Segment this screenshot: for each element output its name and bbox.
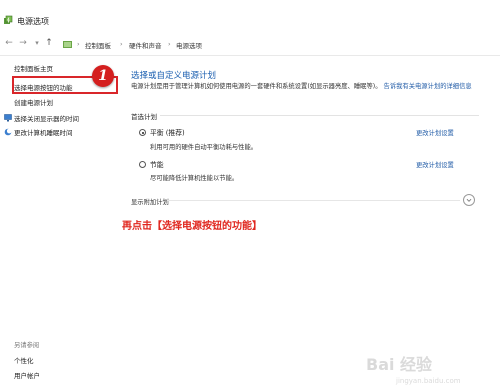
sidebar-item-sleep-time[interactable]: 更改计算机睡眠时间 (14, 127, 73, 137)
power-options-icon (4, 15, 13, 24)
page-title: 选择或自定义电源计划 (131, 71, 217, 81)
instruction-caption: 再点击【选择电源按钮的功能】 (122, 221, 262, 232)
recent-locations-dropdown[interactable]: ▾ (32, 38, 42, 48)
see-also-heading: 另请参阅 (14, 342, 40, 349)
watermark-logo-text: Bai 经验 (366, 355, 433, 374)
plan-power-saver-desc: 尽可能降低计算机性能以节能。 (150, 175, 239, 182)
breadcrumb-separator: › (168, 40, 171, 48)
see-also-personalization[interactable]: 个性化 (14, 355, 34, 365)
page-description: 电源计划是用于管理计算机如何使用电源的一套硬件和系统设置(如显示器亮度、睡眠等)… (131, 82, 481, 92)
see-also-user-accounts[interactable]: 用户帐户 (14, 370, 40, 380)
preferred-plans-heading: 首选计划 (131, 113, 157, 121)
up-button[interactable]: ↑ (44, 38, 54, 48)
window-title: 电源选项 (17, 17, 49, 26)
expand-chevron-icon[interactable] (463, 194, 475, 206)
plan-balanced-desc: 利用可用的硬件自动平衡功耗与性能。 (150, 144, 258, 151)
learn-more-link[interactable]: 告诉我有关电源计划的详细信息 (384, 83, 472, 90)
monitor-icon (4, 114, 12, 122)
description-text: 电源计划是用于管理计算机如何使用电源的一套硬件和系统设置(如显示器亮度、睡眠等)… (131, 83, 382, 90)
sidebar-item-control-panel-home[interactable]: 控制面板主页 (14, 63, 53, 73)
show-additional-plans-label[interactable]: 显示附加计划 (131, 197, 169, 206)
plan-power-saver-name[interactable]: 节能 (150, 159, 164, 169)
breadcrumb-separator: › (120, 40, 123, 48)
control-panel-icon (63, 41, 72, 48)
plan-balanced-name[interactable]: 平衡 (推荐) (150, 127, 185, 137)
section-divider (160, 115, 479, 116)
plan-power-saver-radio[interactable] (139, 161, 146, 168)
step-number-badge: 1 (92, 65, 114, 87)
breadcrumb-power-options[interactable]: 电源选项 (176, 40, 202, 50)
sidebar-item-display-off-time[interactable]: 选择关闭显示器的时间 (14, 113, 79, 123)
sleep-moon-icon (4, 128, 12, 136)
address-bar: ← → ▾ ↑ › 控制面板 › 硬件和声音 › 电源选项 (0, 33, 500, 56)
sidebar-item-create-power-plan[interactable]: 创建电源计划 (14, 97, 53, 107)
breadcrumb-control-panel[interactable]: 控制面板 (85, 40, 111, 50)
breadcrumb-hardware-sound[interactable]: 硬件和声音 (129, 40, 162, 50)
watermark-url: jingyan.baidu.com (396, 377, 461, 385)
baidu-watermark: Bai 经验 jingyan.baidu.com (360, 345, 498, 389)
plan-power-saver-settings-link[interactable]: 更改计划设置 (416, 160, 454, 169)
plan-balanced-radio[interactable] (139, 129, 146, 136)
back-button[interactable]: ← (4, 38, 14, 48)
forward-button[interactable]: → (18, 38, 28, 48)
breadcrumb-separator: › (77, 40, 80, 48)
additional-plans-divider (167, 200, 460, 201)
plan-balanced-settings-link[interactable]: 更改计划设置 (416, 128, 454, 137)
title-bar: 电源选项 (0, 0, 500, 33)
